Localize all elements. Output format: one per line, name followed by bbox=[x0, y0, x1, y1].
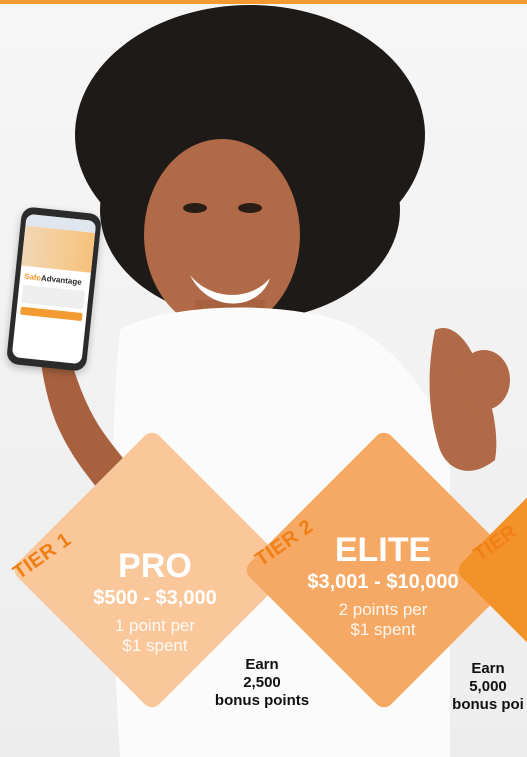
fist-shape bbox=[458, 350, 510, 410]
phone-screen-banner bbox=[21, 225, 96, 273]
tier-1-name: PRO bbox=[118, 547, 192, 585]
tier-2-content: ELITE $3,001 - $10,000 2 points per $1 s… bbox=[283, 532, 483, 640]
tier-2-bonus-line-2: 5,000 bbox=[469, 678, 507, 695]
tier-2-bonus-line-1: Earn bbox=[471, 660, 505, 677]
tier-1-bonus-line-1: Earn bbox=[245, 656, 279, 673]
phone-device: SafeAdvantage bbox=[5, 206, 103, 372]
tier-1-bonus-line-2: 2,500 bbox=[243, 674, 281, 691]
phone-screen-text-block bbox=[21, 284, 85, 310]
tier-2-bonus: Earn 5,000 bonus poi bbox=[428, 660, 527, 714]
tier-2-points-line-1: 2 points per bbox=[338, 600, 428, 619]
tier-1-bonus: Earn 2,500 bonus points bbox=[202, 656, 322, 710]
tier-1-bonus-line-3: bonus points bbox=[214, 692, 310, 709]
phone-screen-cta bbox=[20, 306, 83, 322]
tier-2-range: $3,001 - $10,000 bbox=[307, 571, 459, 593]
tier-2-name: ELITE bbox=[334, 531, 432, 569]
phone-screen: SafeAdvantage bbox=[11, 213, 97, 365]
tier-2-bonus-line-3: bonus poi bbox=[452, 696, 524, 713]
tier-1-points-line-1: 1 point per bbox=[114, 616, 196, 635]
phone-logo-part-1: Safe bbox=[23, 271, 42, 283]
tier-1-content: PRO $500 - $3,000 1 point per $1 spent bbox=[55, 548, 255, 656]
phone-logo-part-2: Advantage bbox=[40, 273, 83, 287]
tier-1-points-line-2: $1 spent bbox=[122, 636, 188, 655]
eye-shape bbox=[238, 203, 262, 213]
tier-1-range: $500 - $3,000 bbox=[93, 587, 217, 609]
eye-shape bbox=[183, 203, 207, 213]
tier-2-points-line-2: $1 spent bbox=[350, 620, 416, 639]
